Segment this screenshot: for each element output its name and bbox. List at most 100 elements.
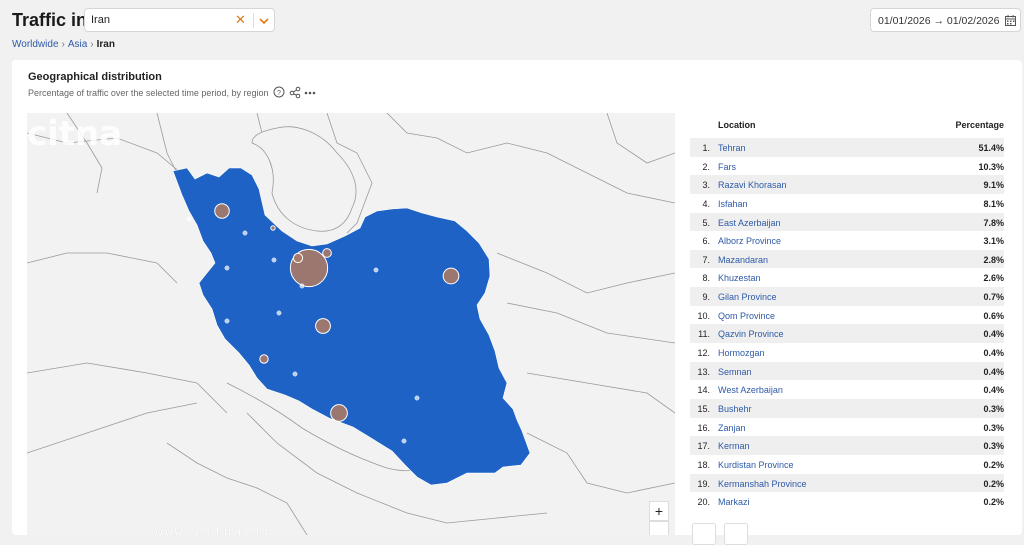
row-percentage: 2.6% xyxy=(983,273,1004,284)
row-rank: 19. xyxy=(697,478,710,489)
table-row[interactable]: 19. Kermanshah Province 0.2% xyxy=(690,473,1004,493)
date-range-picker[interactable]: 01/01/2026 → 01/02/2026 xyxy=(870,8,1021,32)
table-row[interactable]: 8. Khuzestan 2.6% xyxy=(690,268,1004,287)
row-location-link[interactable]: Tehran xyxy=(718,143,746,153)
breadcrumb-worldwide[interactable]: Worldwide xyxy=(12,39,59,50)
location-table: Location Percentage 1. Tehran 51.4% 2. Fars 1… xyxy=(690,114,1004,511)
row-location-link[interactable]: Kurdistan Province xyxy=(718,460,794,470)
row-rank: 1. xyxy=(702,143,710,153)
row-percentage: 0.2% xyxy=(983,497,1004,508)
region-bubble[interactable] xyxy=(259,354,269,364)
row-location-link[interactable]: Kerman xyxy=(718,441,750,451)
row-location-link[interactable]: Semnan xyxy=(718,367,752,377)
row-location-link[interactable]: Razavi Khorasan xyxy=(718,180,787,190)
row-location-link[interactable]: Alborz Province xyxy=(718,236,781,246)
chevron-down-icon[interactable] xyxy=(257,14,271,28)
region-bubble[interactable] xyxy=(224,318,230,324)
zoom-in-button[interactable]: + xyxy=(649,501,669,521)
row-percentage: 0.7% xyxy=(983,292,1004,303)
share-icon[interactable] xyxy=(289,86,301,99)
table-row[interactable]: 9. Gilan Province 0.7% xyxy=(690,287,1004,306)
region-map[interactable]: citna www.citna.ir + xyxy=(27,113,675,535)
row-rank: 7. xyxy=(702,254,710,265)
region-bubble[interactable] xyxy=(271,257,277,263)
row-location-link[interactable]: Mazandaran xyxy=(718,255,768,265)
zoom-out-button[interactable] xyxy=(649,521,669,535)
table-row[interactable]: 1. Tehran 51.4% xyxy=(690,138,1004,157)
row-location-link[interactable]: Kermanshah Province xyxy=(718,479,807,489)
table-row[interactable]: 7. Mazandaran 2.8% xyxy=(690,249,1004,269)
map-svg[interactable] xyxy=(27,113,675,535)
row-rank: 13. xyxy=(697,366,710,377)
region-bubble[interactable] xyxy=(322,248,332,258)
row-location-link[interactable]: Khuzestan xyxy=(718,273,761,283)
row-location-link[interactable]: Fars xyxy=(718,162,736,172)
region-bubble[interactable] xyxy=(315,318,331,334)
table-row[interactable]: 3. Razavi Khorasan 9.1% xyxy=(690,175,1004,194)
table-row[interactable]: 16. Zanjan 0.3% xyxy=(690,418,1004,437)
row-location-link[interactable]: Qom Province xyxy=(718,311,775,321)
country-select[interactable]: Iran ✕ xyxy=(84,8,275,32)
region-bubble[interactable] xyxy=(373,267,379,273)
breadcrumb: Worldwide › Asia › Iran xyxy=(12,39,115,50)
region-bubble[interactable] xyxy=(276,310,282,316)
row-location-link[interactable]: Gilan Province xyxy=(718,292,777,302)
table-row[interactable]: 12. Hormozgan 0.4% xyxy=(690,343,1004,362)
next-page-button[interactable] xyxy=(724,523,748,545)
row-location-link[interactable]: Hormozgan xyxy=(718,348,765,358)
row-location-link[interactable]: East Azerbaijan xyxy=(718,218,781,228)
more-options-icon[interactable] xyxy=(304,91,316,95)
row-location-link[interactable]: West Azerbaijan xyxy=(718,385,783,395)
row-location-link[interactable]: Markazi xyxy=(718,497,750,507)
table-row[interactable]: 15. Bushehr 0.3% xyxy=(690,398,1004,418)
column-header-percentage[interactable]: Percentage xyxy=(955,120,1004,130)
table-row[interactable]: 11. Qazvin Province 0.4% xyxy=(690,324,1004,344)
region-bubble[interactable] xyxy=(242,230,248,236)
row-percentage: 0.2% xyxy=(983,459,1004,470)
table-row[interactable]: 17. Kerman 0.3% xyxy=(690,436,1004,455)
row-percentage: 0.4% xyxy=(983,366,1004,377)
geo-distribution-panel: Geographical distribution Percentage of … xyxy=(12,60,1022,545)
table-row[interactable]: 18. Kurdistan Province 0.2% xyxy=(690,455,1004,474)
breadcrumb-asia[interactable]: Asia xyxy=(68,39,87,50)
row-location-link[interactable]: Zanjan xyxy=(718,423,746,433)
column-header-location[interactable]: Location xyxy=(718,120,756,130)
region-bubble[interactable] xyxy=(292,252,304,264)
prev-page-button[interactable] xyxy=(692,523,716,545)
table-row[interactable]: 20. Markazi 0.2% xyxy=(690,492,1004,511)
region-bubble[interactable] xyxy=(224,265,230,271)
table-row[interactable]: 10. Qom Province 0.6% xyxy=(690,306,1004,325)
country-select-value: Iran xyxy=(91,14,110,26)
table-row[interactable]: 6. Alborz Province 3.1% xyxy=(690,231,1004,250)
calendar-icon[interactable] xyxy=(1005,15,1016,26)
table-row[interactable]: 4. Isfahan 8.1% xyxy=(690,194,1004,213)
region-bubble[interactable] xyxy=(214,203,230,219)
row-rank: 17. xyxy=(697,441,710,452)
table-row[interactable]: 2. Fars 10.3% xyxy=(690,157,1004,176)
table-row[interactable]: 5. East Azerbaijan 7.8% xyxy=(690,212,1004,232)
row-location-link[interactable]: Bushehr xyxy=(718,404,752,414)
row-percentage: 0.4% xyxy=(983,348,1004,359)
row-location-link[interactable]: Isfahan xyxy=(718,199,748,209)
row-rank: 14. xyxy=(697,385,710,396)
help-icon[interactable]: ? xyxy=(273,86,285,98)
row-rank: 3. xyxy=(702,180,710,191)
region-bubble[interactable] xyxy=(330,404,348,422)
table-row[interactable]: 14. West Azerbaijan 0.4% xyxy=(690,380,1004,399)
row-percentage: 0.6% xyxy=(983,310,1004,321)
region-bubble[interactable] xyxy=(299,283,305,289)
row-rank: 6. xyxy=(702,236,710,247)
row-location-link[interactable]: Qazvin Province xyxy=(718,329,784,339)
region-bubble[interactable] xyxy=(270,225,276,231)
region-bubble[interactable] xyxy=(442,267,460,285)
row-percentage: 9.1% xyxy=(983,180,1004,191)
region-bubble[interactable] xyxy=(186,216,192,222)
region-bubble[interactable] xyxy=(292,371,298,377)
breadcrumb-current: Iran xyxy=(96,39,115,50)
row-percentage: 8.1% xyxy=(983,198,1004,209)
clear-icon[interactable]: ✕ xyxy=(235,12,246,28)
svg-text:citna: citna xyxy=(27,114,122,153)
region-bubble[interactable] xyxy=(414,395,420,401)
table-row[interactable]: 13. Semnan 0.4% xyxy=(690,361,1004,381)
region-bubble[interactable] xyxy=(401,438,407,444)
